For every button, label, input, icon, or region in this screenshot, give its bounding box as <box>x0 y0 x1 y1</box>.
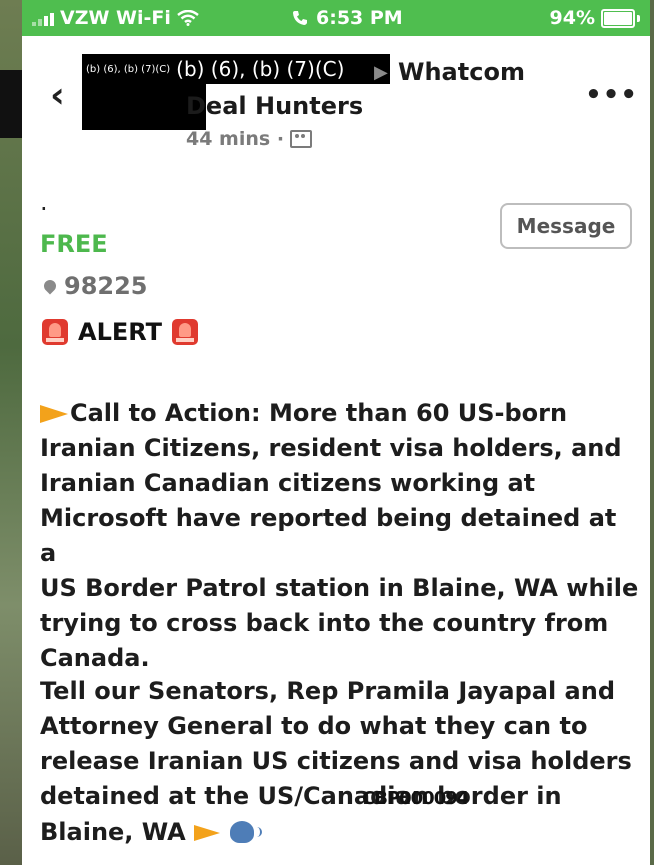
group-name-line1[interactable]: Whatcom <box>398 58 525 86</box>
arrow-right-icon: ▶ <box>374 62 388 83</box>
status-center: 6:53 PM <box>292 7 403 29</box>
price-label: FREE <box>40 230 108 258</box>
time-ago: 44 mins · <box>186 128 285 150</box>
location-pin-icon <box>41 277 59 295</box>
status-right: 94% <box>550 7 640 29</box>
post-paragraph-1: Call to Action: More than 60 US-born Ira… <box>40 396 640 676</box>
phone-icon <box>293 11 307 25</box>
post-meta: 44 mins · <box>186 128 313 150</box>
status-left: VZW Wi-Fi <box>32 7 199 29</box>
siren-icon <box>42 319 68 345</box>
siren-icon <box>172 319 199 345</box>
speaking-head-icon <box>229 821 262 843</box>
status-bar: VZW Wi-Fi 6:53 PM 94% <box>22 0 650 36</box>
post-last-line: Blaine, WA <box>40 818 262 846</box>
status-time: 6:53 PM <box>316 7 403 29</box>
background-dark-strip <box>0 70 22 138</box>
last-line-text: Blaine, WA <box>40 818 186 846</box>
post-paragraph-2: Tell our Senators, Rep Pramila Jayapal a… <box>40 677 632 810</box>
battery-icon <box>601 8 635 28</box>
phone-screen: VZW Wi-Fi 6:53 PM 94% ‹ (b) (6), (b) (7)… <box>22 0 650 865</box>
signal-icon <box>32 10 54 26</box>
group-icon <box>290 130 313 148</box>
battery-tip <box>637 14 640 22</box>
location: 98225 <box>41 272 148 300</box>
carrier-label: VZW Wi-Fi <box>60 7 171 29</box>
redaction-bar: (b) (6), (b) (7)(C) (b) (6), (b) (7)(C) <box>82 54 390 84</box>
bullet-dot: . <box>40 188 48 216</box>
battery-percent: 94% <box>549 7 595 29</box>
redaction-code-small: (b) (6), (b) (7)(C) <box>86 63 171 75</box>
message-button[interactable]: Message <box>500 203 632 249</box>
alert-line: ALERT <box>42 318 199 346</box>
more-icon[interactable]: ••• <box>585 80 638 110</box>
redaction-code-large: (b) (6), (b) (7)(C) <box>176 57 345 81</box>
megaphone-icon <box>193 823 222 841</box>
megaphone-icon <box>40 403 70 423</box>
group-name-line2[interactable]: Deal Hunters <box>186 92 363 120</box>
back-chevron-icon[interactable]: ‹ <box>50 78 65 114</box>
bates-number: CBP000094 <box>362 788 469 809</box>
wifi-icon <box>177 10 199 26</box>
zip-code: 98225 <box>64 272 148 300</box>
paragraph-1-text: Call to Action: More than 60 US-born Ira… <box>40 399 639 672</box>
alert-label: ALERT <box>78 318 163 346</box>
post-header: ‹ (b) (6), (b) (7)(C) (b) (6), (b) (7)(C… <box>22 36 650 156</box>
